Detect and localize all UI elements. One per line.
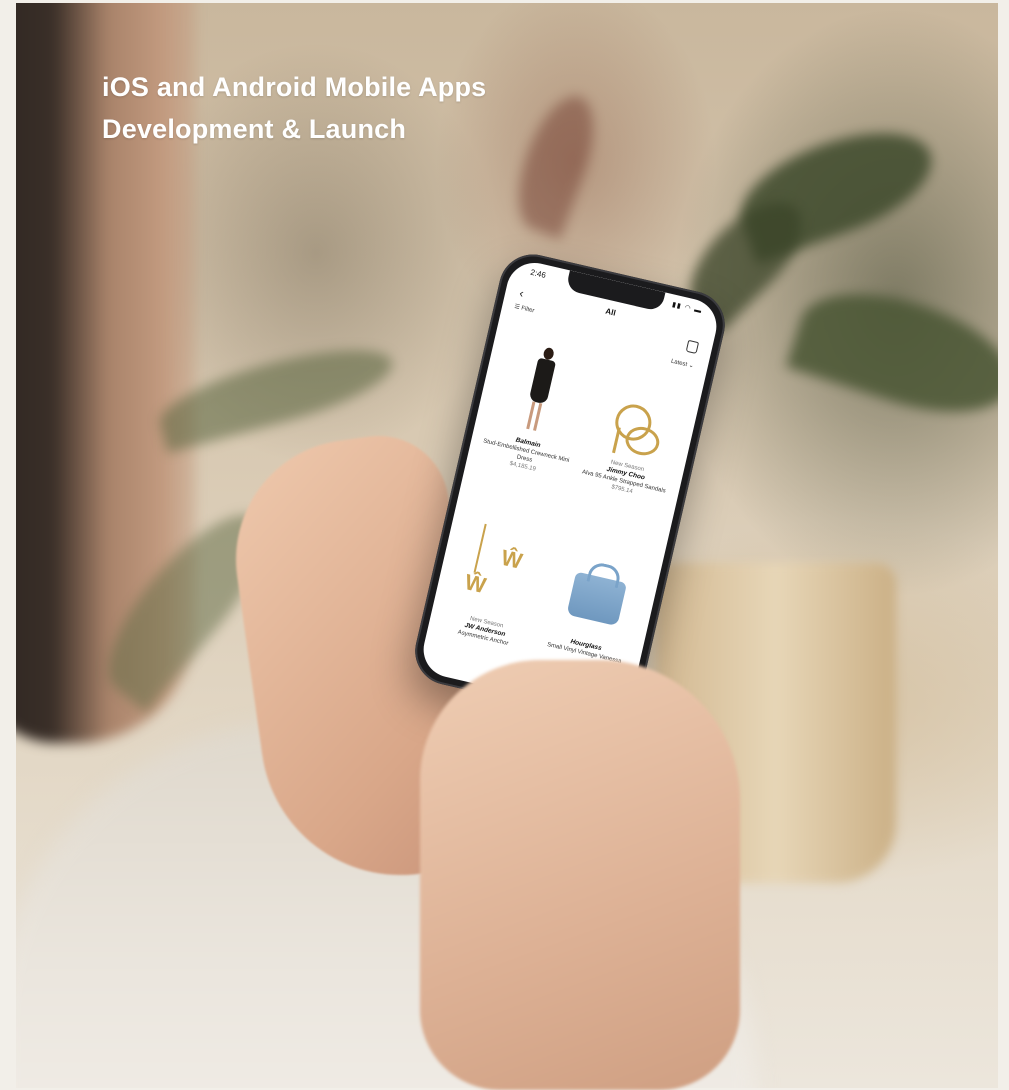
earrings-image: Ŵ Ŵ xyxy=(461,522,537,613)
headline-line-1: iOS and Android Mobile Apps xyxy=(102,72,487,102)
right-hand xyxy=(420,660,740,1090)
sandal-image xyxy=(604,396,667,462)
shopping-bag-icon[interactable] xyxy=(685,339,700,354)
handbag-image xyxy=(566,571,628,627)
product-meta: New Season JW Anderson Asymmetric Anchor xyxy=(435,608,534,653)
sort-label: Latest xyxy=(670,358,688,369)
plant-leaf xyxy=(785,271,998,435)
status-time: 2:46 xyxy=(529,267,547,280)
product-meta: New Season Jimmy Choo Alva 95 Ankle Stra… xyxy=(574,452,675,505)
plant-leaf xyxy=(503,86,609,240)
status-icons: ▮▮ ◠ ▬ xyxy=(671,301,703,316)
filter-button[interactable]: ☰ Filter xyxy=(514,303,535,314)
product-meta: Balmain Stud-Embellished Crewneck Mini D… xyxy=(475,429,576,482)
chevron-down-icon: ⌄ xyxy=(687,362,695,370)
dress-image xyxy=(518,343,563,433)
filter-label: Filter xyxy=(520,305,535,315)
headline-line-2: Development & Launch xyxy=(102,114,407,144)
headline: iOS and Android Mobile Apps Development … xyxy=(102,66,486,150)
